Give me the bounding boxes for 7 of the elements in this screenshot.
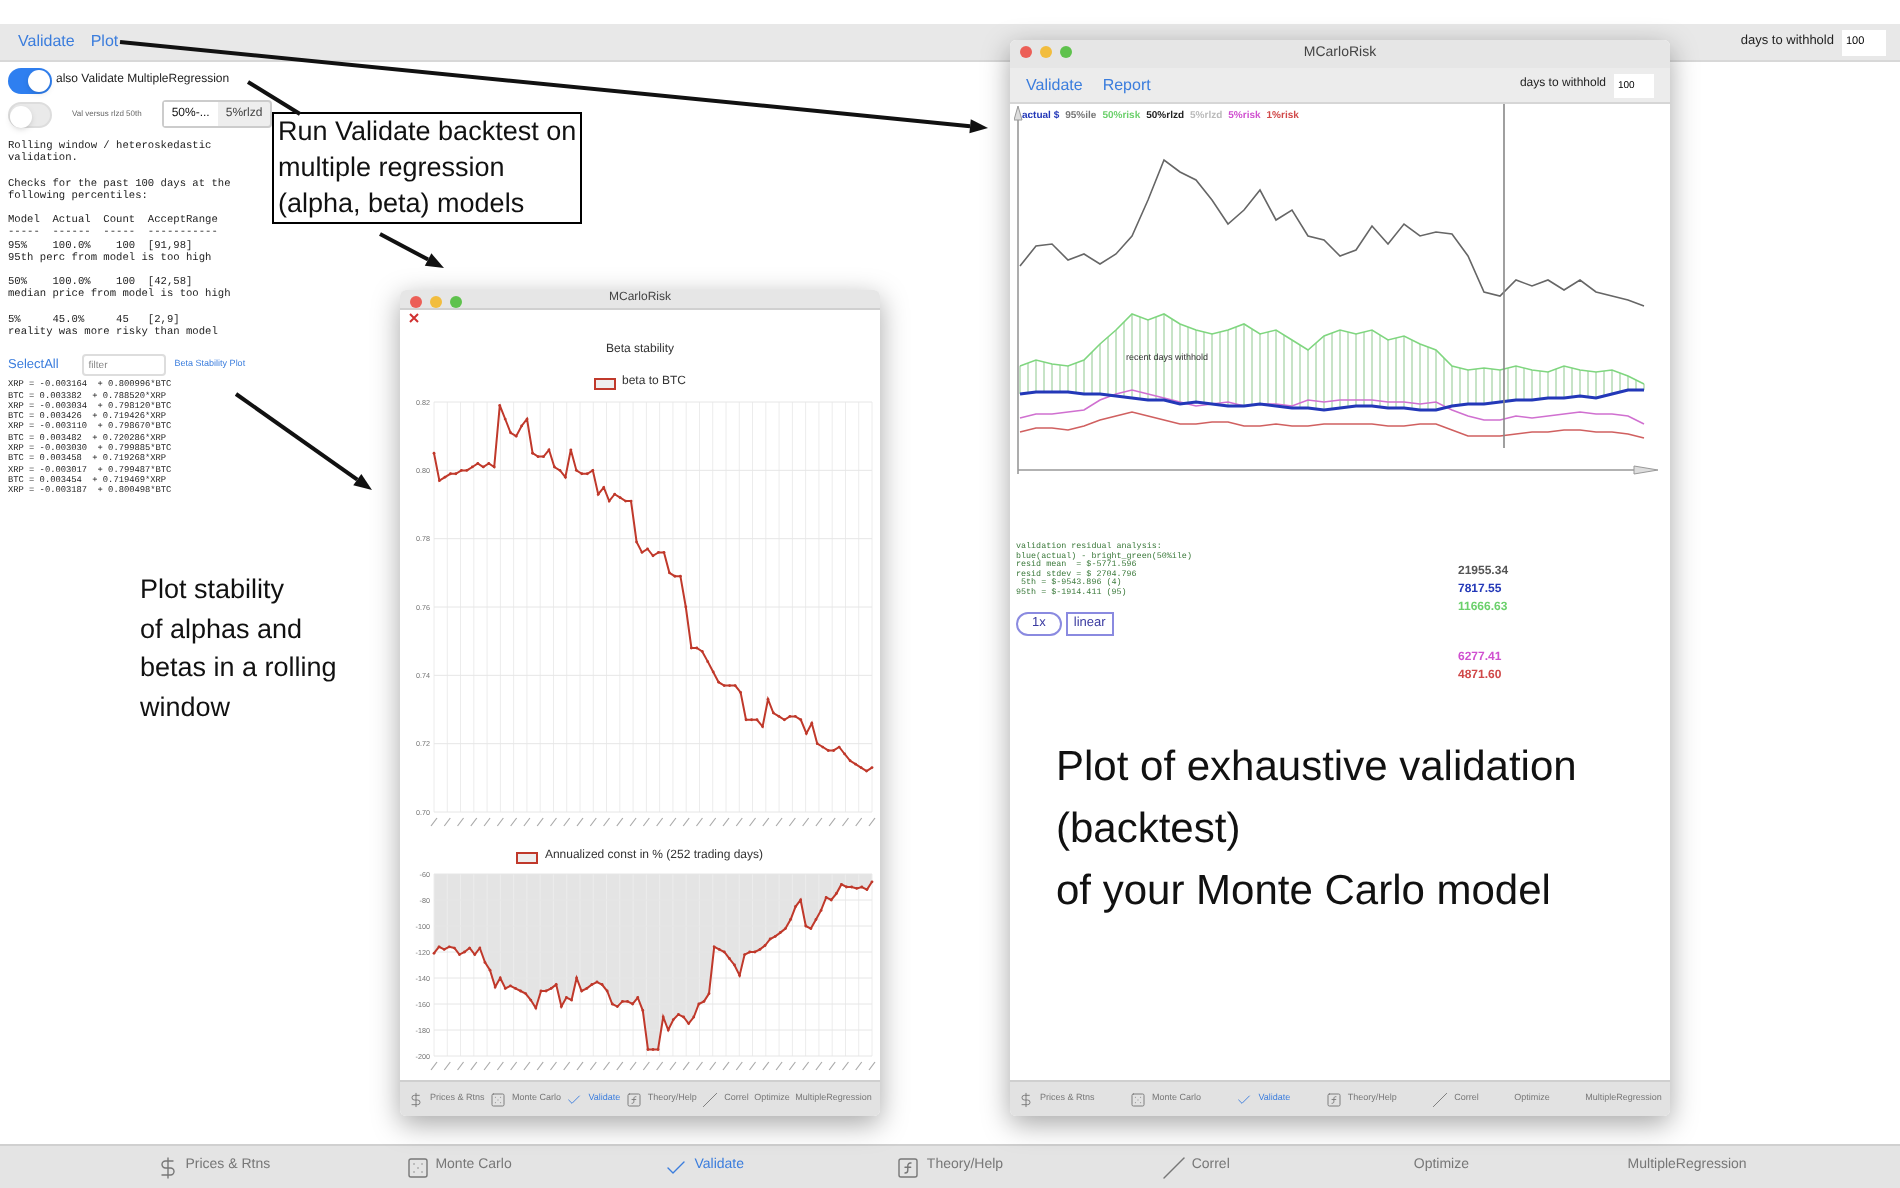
annotation-text: Run Validate backtest on multiple regression (alpha, beta) models	[272, 112, 583, 224]
toolbar-link[interactable]: Plot	[90, 30, 119, 54]
annotation-text: Plot of exhaustive validation (backtest) of your Monte Carlo model	[1056, 742, 1577, 918]
toolbar-link[interactable]: Report	[1102, 73, 1151, 97]
annotation-text: Plot stability of alphas and betas in a rolling window	[140, 572, 337, 725]
toolbar-link[interactable]: Validate	[1026, 73, 1083, 97]
toolbar-link[interactable]: Validate	[18, 30, 75, 54]
